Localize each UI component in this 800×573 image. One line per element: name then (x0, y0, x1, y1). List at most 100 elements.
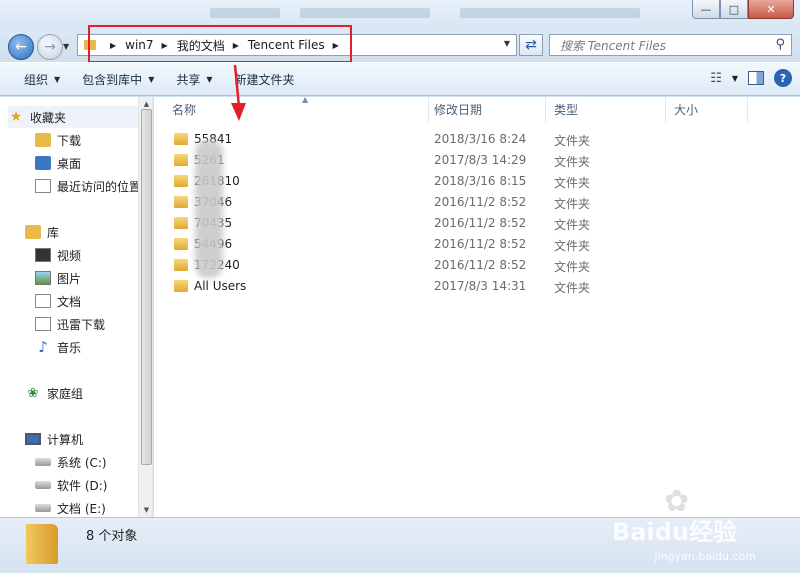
file-list: 名称▲ 修改日期 类型 大小 558412018/3/16 8:24文件夹 52… (154, 95, 800, 517)
file-type: 文件夹 (554, 281, 591, 295)
folder-icon (174, 238, 188, 250)
chevron-right-icon[interactable]: ▶ (233, 41, 239, 50)
nav-item-favorites[interactable]: ★ 收藏夹 (8, 106, 146, 128)
nav-item-computer[interactable]: 计算机 (25, 428, 152, 450)
folder-icon (174, 154, 188, 166)
drive-icon (35, 504, 51, 512)
search-placeholder: 搜索 Tencent Files (560, 38, 666, 53)
chevron-down-icon: ▼ (54, 74, 61, 84)
redaction-blur (195, 140, 223, 278)
forward-button[interactable]: → (37, 34, 63, 60)
nav-item-pictures[interactable]: 图片 (35, 267, 152, 289)
nav-scrollbar[interactable]: ▲ ▼ (138, 97, 152, 517)
maximize-button[interactable]: □ (720, 0, 748, 19)
chevron-right-icon[interactable]: ▶ (110, 41, 116, 50)
chevron-down-icon[interactable]: ▼ (732, 74, 738, 83)
arrow-shaft (233, 64, 241, 108)
list-item[interactable]: 1722402016/11/2 8:52文件夹 (154, 255, 800, 276)
breadcrumb-item[interactable]: 我的文档 (177, 37, 225, 54)
chevron-right-icon[interactable]: ▶ (333, 41, 339, 50)
column-label: 类型 (554, 103, 579, 117)
view-options-icon[interactable]: ☷ (710, 71, 722, 86)
share-label: 共享 (176, 72, 201, 87)
nav-item-recent[interactable]: 最近访问的位置 (35, 175, 138, 197)
list-item[interactable]: 52612017/8/3 14:29文件夹 (154, 150, 800, 171)
nav-label: 库 (47, 225, 60, 240)
toolbar-right: ☷ ▼ ? (710, 69, 792, 87)
share-button[interactable]: 共享 ▼ (165, 62, 223, 96)
nav-label: 计算机 (47, 432, 84, 447)
back-button[interactable]: ← (8, 34, 34, 60)
nav-item-drive-c[interactable]: 系统 (C:) (35, 451, 152, 473)
file-modified: 2016/11/2 8:52 (434, 216, 527, 230)
folder-icon (174, 259, 188, 271)
refresh-button[interactable]: ⇄ (519, 34, 543, 56)
file-type: 文件夹 (554, 155, 591, 169)
close-button[interactable]: ✕ (748, 0, 794, 19)
list-item[interactable]: 704352016/11/2 8:52文件夹 (154, 213, 800, 234)
nav-item-libraries[interactable]: 库 (25, 221, 152, 243)
address-dropdown-icon[interactable]: ▼ (504, 39, 510, 48)
annotation-arrow (231, 64, 246, 121)
nav-label: 文档 (57, 294, 82, 309)
scroll-down-icon[interactable]: ▼ (139, 503, 152, 517)
file-type: 文件夹 (554, 134, 591, 148)
window-controls: — □ ✕ (692, 0, 794, 19)
nav-item-desktop[interactable]: 桌面 (35, 152, 152, 174)
video-icon (35, 248, 51, 262)
help-icon[interactable]: ? (774, 69, 792, 87)
minimize-button[interactable]: — (692, 0, 720, 19)
nav-label: 音乐 (57, 340, 82, 355)
organize-button[interactable]: 组织 ▼ (13, 62, 71, 96)
column-header-name[interactable]: 名称 ▲ (164, 95, 429, 122)
drive-icon (35, 481, 51, 489)
column-label: 名称 (172, 103, 197, 117)
column-headers: 名称 ▲ 修改日期 类型 大小 (154, 95, 800, 122)
desktop-icon (35, 156, 51, 170)
scroll-thumb[interactable] (141, 109, 152, 465)
nav-item-drive-e[interactable]: 文档 (E:) (35, 497, 152, 517)
search-input[interactable]: 搜索 Tencent Files ⚲ (549, 34, 792, 56)
nav-label: 视频 (57, 248, 82, 263)
nav-label: 最近访问的位置 (57, 179, 138, 194)
breadcrumb-item[interactable]: win7 (125, 38, 153, 52)
column-header-type[interactable]: 类型 (546, 97, 666, 122)
file-modified: 2018/3/16 8:24 (434, 132, 527, 146)
ghost-tab (460, 8, 640, 18)
search-icon[interactable]: ⚲ (775, 37, 785, 52)
nav-item-documents[interactable]: 文档 (35, 290, 152, 312)
document-icon (35, 294, 51, 308)
back-arrow-icon: ← (15, 39, 27, 55)
include-in-library-button[interactable]: 包含到库中 ▼ (71, 62, 165, 96)
preview-pane-icon[interactable] (748, 71, 764, 85)
list-item[interactable]: All Users 2017/8/3 14:31 文件夹 (154, 276, 800, 297)
breadcrumb-item[interactable]: Tencent Files (248, 38, 325, 52)
nav-label: 桌面 (57, 156, 82, 171)
folder-icon (174, 280, 188, 292)
file-type: 文件夹 (554, 218, 591, 232)
nav-item-music[interactable]: ♪ 音乐 (35, 336, 152, 358)
history-dropdown-icon[interactable]: ▼ (63, 42, 69, 51)
list-item[interactable]: 2618102018/3/16 8:15文件夹 (154, 171, 800, 192)
nav-item-videos[interactable]: 视频 (35, 244, 152, 266)
list-item[interactable]: 55841 2018/3/16 8:24 文件夹 (154, 129, 800, 150)
nav-label: 收藏夹 (30, 110, 67, 125)
nav-item-xunlei[interactable]: 迅雷下载 (35, 313, 152, 335)
column-header-modified[interactable]: 修改日期 (426, 97, 546, 122)
list-item[interactable]: 544962016/11/2 8:52文件夹 (154, 234, 800, 255)
homegroup-icon: ❀ (27, 385, 39, 401)
list-item[interactable]: 370462016/11/2 8:52文件夹 (154, 192, 800, 213)
nav-label: 迅雷下载 (57, 317, 106, 332)
recent-places-icon (35, 179, 51, 193)
star-icon: ★ (9, 109, 23, 125)
watermark-url: jingyan.baidu.com (654, 550, 756, 563)
nav-item-downloads[interactable]: 下载 (35, 129, 152, 151)
folder-icon (84, 40, 96, 50)
nav-item-homegroup[interactable]: ❀ 家庭组 (25, 382, 152, 404)
organize-label: 组织 (24, 72, 49, 87)
column-header-size[interactable]: 大小 (666, 97, 748, 122)
refresh-icon: ⇄ (525, 37, 537, 53)
chevron-right-icon[interactable]: ▶ (162, 41, 168, 50)
address-bar[interactable]: ▶ win7 ▶ 我的文档 ▶ Tencent Files ▶ ▼ (77, 34, 517, 56)
nav-item-drive-d[interactable]: 软件 (D:) (35, 474, 152, 496)
